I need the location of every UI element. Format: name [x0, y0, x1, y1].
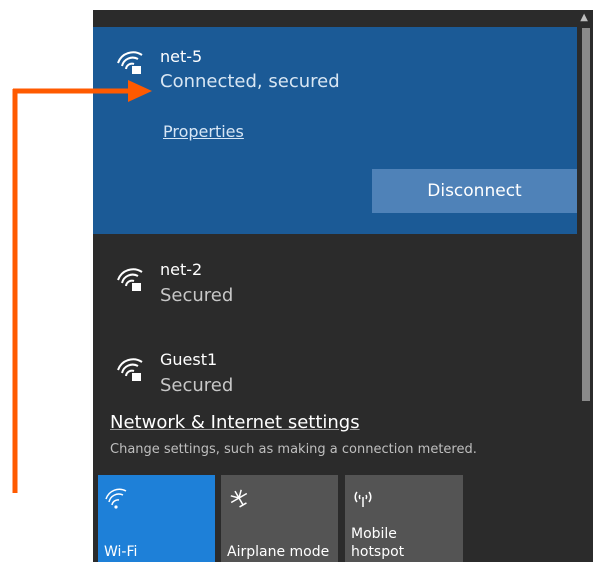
tile-label: Wi-Fi	[104, 544, 138, 560]
network-name: Guest1	[160, 350, 218, 369]
network-item-net-2[interactable]: net-2 Secured	[93, 240, 577, 330]
properties-link[interactable]: Properties	[163, 122, 244, 141]
network-item-net-5[interactable]: net-5 Connected, secured Properties Disc…	[93, 27, 577, 234]
airplane-icon	[230, 489, 248, 508]
scroll-thumb[interactable]	[582, 28, 590, 401]
network-item-guest1[interactable]: Guest1 Secured	[93, 330, 577, 420]
network-status: Connected, secured	[160, 71, 340, 92]
network-internet-settings-link[interactable]: Network & Internet settings	[110, 412, 360, 433]
tile-label-line2: hotspot	[351, 544, 405, 560]
scroll-up-icon[interactable]: ▲	[580, 12, 588, 23]
wifi-toggle-tile[interactable]: Wi-Fi	[98, 475, 215, 562]
network-name: net-2	[160, 260, 203, 279]
scrollbar[interactable]: ▲	[577, 10, 593, 562]
wifi-secured-icon	[117, 268, 143, 291]
wifi-icon	[105, 488, 127, 509]
tile-label: Mobile hotspot	[351, 525, 404, 561]
wifi-secured-icon	[117, 358, 143, 381]
settings-description: Change settings, such as making a connec…	[110, 442, 477, 457]
tile-label: Airplane mode	[227, 544, 330, 560]
airplane-mode-tile[interactable]: Airplane mode	[221, 475, 338, 562]
network-status: Secured	[160, 285, 234, 306]
disconnect-button[interactable]: Disconnect	[372, 169, 577, 213]
wifi-secured-icon	[117, 51, 143, 74]
tile-label-line1: Mobile	[351, 526, 397, 542]
hotspot-icon	[354, 491, 372, 507]
network-flyout: ▲ net-5 Connected, secured Properties Di…	[93, 10, 593, 562]
network-name: net-5	[160, 47, 203, 66]
network-status: Secured	[160, 375, 234, 396]
mobile-hotspot-tile[interactable]: Mobile hotspot	[345, 475, 463, 562]
